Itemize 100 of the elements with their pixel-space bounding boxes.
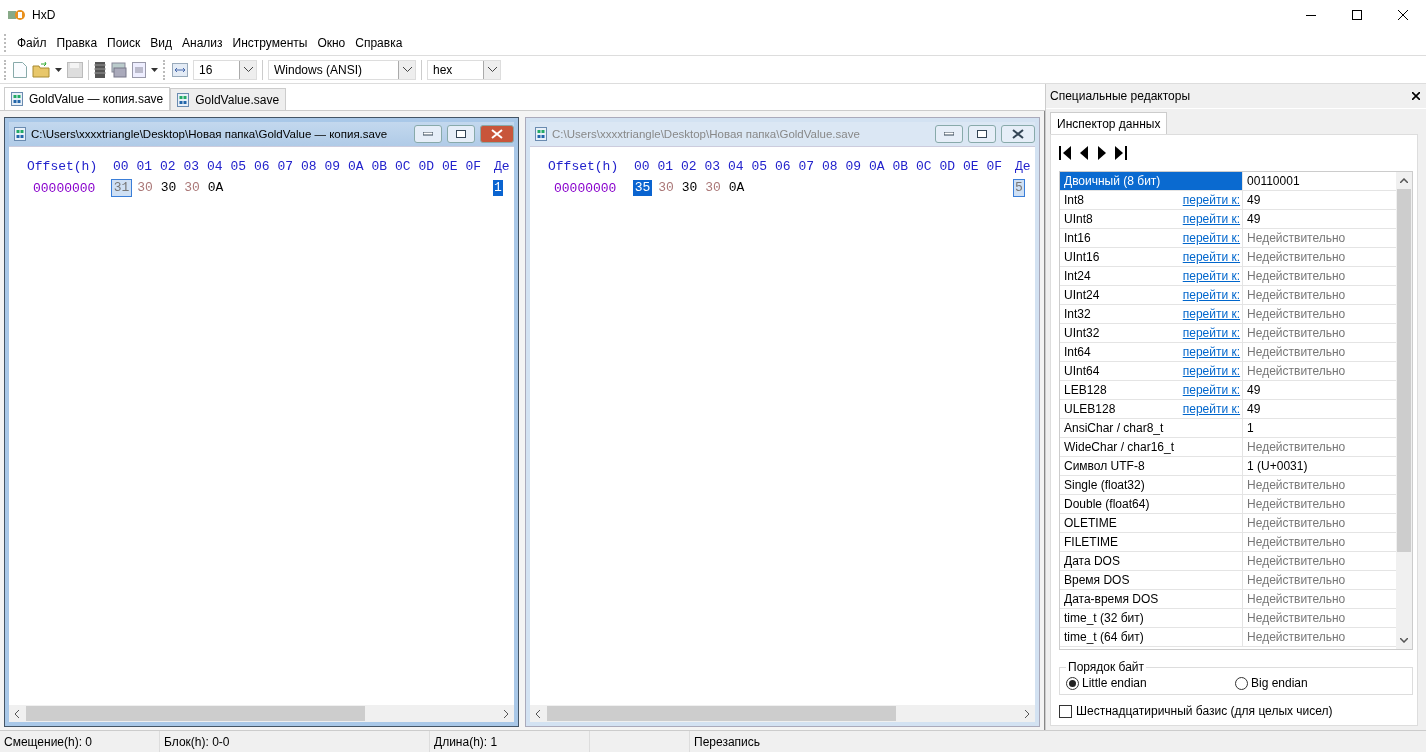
open-folder-icon[interactable] <box>32 61 50 78</box>
chevron-down-icon[interactable] <box>487 67 497 72</box>
restore-icon[interactable] <box>456 130 466 138</box>
checkbox[interactable] <box>1059 704 1072 718</box>
bytes-per-row-dropdown[interactable]: 16 <box>193 59 257 80</box>
maximize-icon[interactable] <box>1352 10 1362 20</box>
type-label[interactable]: Дата DOS <box>1060 551 1179 571</box>
next-icon[interactable] <box>1097 146 1106 160</box>
byte-cell[interactable]: 30 <box>135 180 155 196</box>
tab[interactable]: GoldValue.save <box>170 88 287 110</box>
type-label[interactable]: WideChar / char16_t <box>1060 437 1179 457</box>
type-label[interactable]: Дата-время DOS <box>1060 589 1179 609</box>
type-label[interactable]: AnsiChar / char8_t <box>1060 418 1179 438</box>
go-to-link[interactable]: перейти к: <box>1182 193 1241 207</box>
close-icon[interactable] <box>1412 92 1420 100</box>
type-label[interactable]: OLETIME <box>1060 513 1179 533</box>
chevron-right-icon[interactable] <box>503 709 508 718</box>
close-icon[interactable] <box>1012 129 1024 139</box>
last-icon[interactable] <box>1114 146 1127 160</box>
chip-icon[interactable] <box>94 61 106 78</box>
radio-button[interactable] <box>1066 676 1079 690</box>
first-icon[interactable] <box>1059 146 1072 160</box>
type-label[interactable]: UInt32 <box>1060 323 1179 343</box>
disk-stack-icon[interactable] <box>111 61 127 78</box>
chevron-left-icon[interactable] <box>536 709 541 718</box>
byte-cell[interactable]: 35 <box>633 180 652 196</box>
menu-item[interactable]: Анализ <box>177 35 228 50</box>
byte-cell[interactable]: 30 <box>656 180 676 196</box>
go-to-link[interactable]: перейти к: <box>1182 383 1241 397</box>
radio-label[interactable]: Little endian <box>1082 676 1147 690</box>
go-to-link[interactable]: перейти к: <box>1182 326 1241 340</box>
byte-cell[interactable]: 0A <box>727 180 746 196</box>
go-to-link[interactable]: перейти к: <box>1182 250 1241 264</box>
vertical-scrollbar[interactable] <box>1396 172 1412 649</box>
type-label[interactable]: UInt8 <box>1060 209 1179 229</box>
type-label[interactable]: UInt64 <box>1060 361 1179 381</box>
type-label[interactable]: Int16 <box>1060 228 1179 248</box>
chevron-up-icon[interactable] <box>1400 178 1408 183</box>
previous-icon[interactable] <box>1080 146 1089 160</box>
close-button[interactable] <box>480 125 514 143</box>
chevron-down-icon[interactable] <box>402 67 412 72</box>
dropdown-caret-icon[interactable] <box>151 67 158 72</box>
text-cell[interactable]: 1 <box>493 180 503 196</box>
chevron-down-icon[interactable] <box>1400 638 1408 643</box>
menu-item[interactable]: Справка <box>350 35 408 50</box>
dropdown-caret-icon[interactable] <box>55 67 62 72</box>
restore-button[interactable] <box>968 125 996 143</box>
menu-item[interactable]: Вид <box>145 35 178 50</box>
type-label[interactable]: Double (float64) <box>1060 494 1179 514</box>
type-label[interactable]: time_t (32 бит) <box>1060 608 1179 628</box>
chevron-down-icon[interactable] <box>243 67 253 72</box>
encoding-dropdown[interactable]: Windows (ANSI) <box>268 59 416 80</box>
type-label[interactable]: UInt24 <box>1060 285 1179 305</box>
menu-item[interactable]: Инструменты <box>227 35 313 50</box>
type-label[interactable]: Single (float32) <box>1060 475 1179 495</box>
go-to-link[interactable]: перейти к: <box>1182 212 1241 226</box>
go-to-link[interactable]: перейти к: <box>1182 345 1241 359</box>
type-label[interactable]: ULEB128 <box>1060 399 1179 419</box>
type-label[interactable]: Int32 <box>1060 304 1179 324</box>
byte-cell[interactable]: 30 <box>680 180 699 196</box>
horizontal-scrollbar[interactable] <box>9 705 514 722</box>
byte-cell[interactable]: 30 <box>703 180 723 196</box>
type-label[interactable]: Двоичный (8 бит) <box>1060 172 1179 191</box>
menu-item[interactable]: Окно <box>312 35 351 50</box>
close-button[interactable] <box>1001 125 1035 143</box>
go-to-link[interactable]: перейти к: <box>1182 269 1241 283</box>
restore-button[interactable] <box>447 125 475 143</box>
row-width-icon[interactable] <box>172 62 188 77</box>
checkbox-label[interactable]: Шестнадцатиричный базис (для целых чисел) <box>1076 704 1333 718</box>
tab[interactable]: GoldValue — копия.save <box>4 87 171 110</box>
menu-item[interactable]: Правка <box>51 35 103 50</box>
radio-label[interactable]: Big endian <box>1251 676 1308 690</box>
document-icon[interactable] <box>132 61 146 78</box>
type-label[interactable]: UInt16 <box>1060 247 1179 267</box>
type-label[interactable]: Символ UTF-8 <box>1060 456 1179 476</box>
byte-cell[interactable]: 30 <box>182 180 202 196</box>
radio-button[interactable] <box>1235 676 1248 690</box>
chevron-left-icon[interactable] <box>15 709 20 718</box>
go-to-link[interactable]: перейти к: <box>1182 402 1241 416</box>
menu-item[interactable]: Поиск <box>102 35 146 50</box>
restore-icon[interactable] <box>977 130 987 138</box>
go-to-link[interactable]: перейти к: <box>1182 231 1241 245</box>
type-label[interactable]: Int24 <box>1060 266 1179 286</box>
go-to-link[interactable]: перейти к: <box>1182 307 1241 321</box>
type-label[interactable]: Int8 <box>1060 190 1179 210</box>
byte-cell[interactable]: 0A <box>206 180 225 196</box>
tab[interactable]: Инспектор данных <box>1050 112 1168 134</box>
type-label[interactable]: Int64 <box>1060 342 1179 362</box>
type-label[interactable]: LEB128 <box>1060 380 1179 400</box>
type-label[interactable]: Время DOS <box>1060 570 1179 590</box>
chevron-right-icon[interactable] <box>1024 709 1029 718</box>
type-label[interactable]: FILETIME <box>1060 532 1179 552</box>
byte-cell[interactable]: 30 <box>159 180 178 196</box>
go-to-link[interactable]: перейти к: <box>1182 364 1241 378</box>
close-icon[interactable] <box>1398 10 1408 20</box>
go-to-link[interactable]: перейти к: <box>1182 288 1241 302</box>
menu-item[interactable]: Файл <box>12 35 52 50</box>
type-label[interactable]: time_t (64 бит) <box>1060 627 1179 647</box>
offset-base-dropdown[interactable]: hex <box>427 59 501 80</box>
horizontal-scrollbar[interactable] <box>530 705 1035 722</box>
